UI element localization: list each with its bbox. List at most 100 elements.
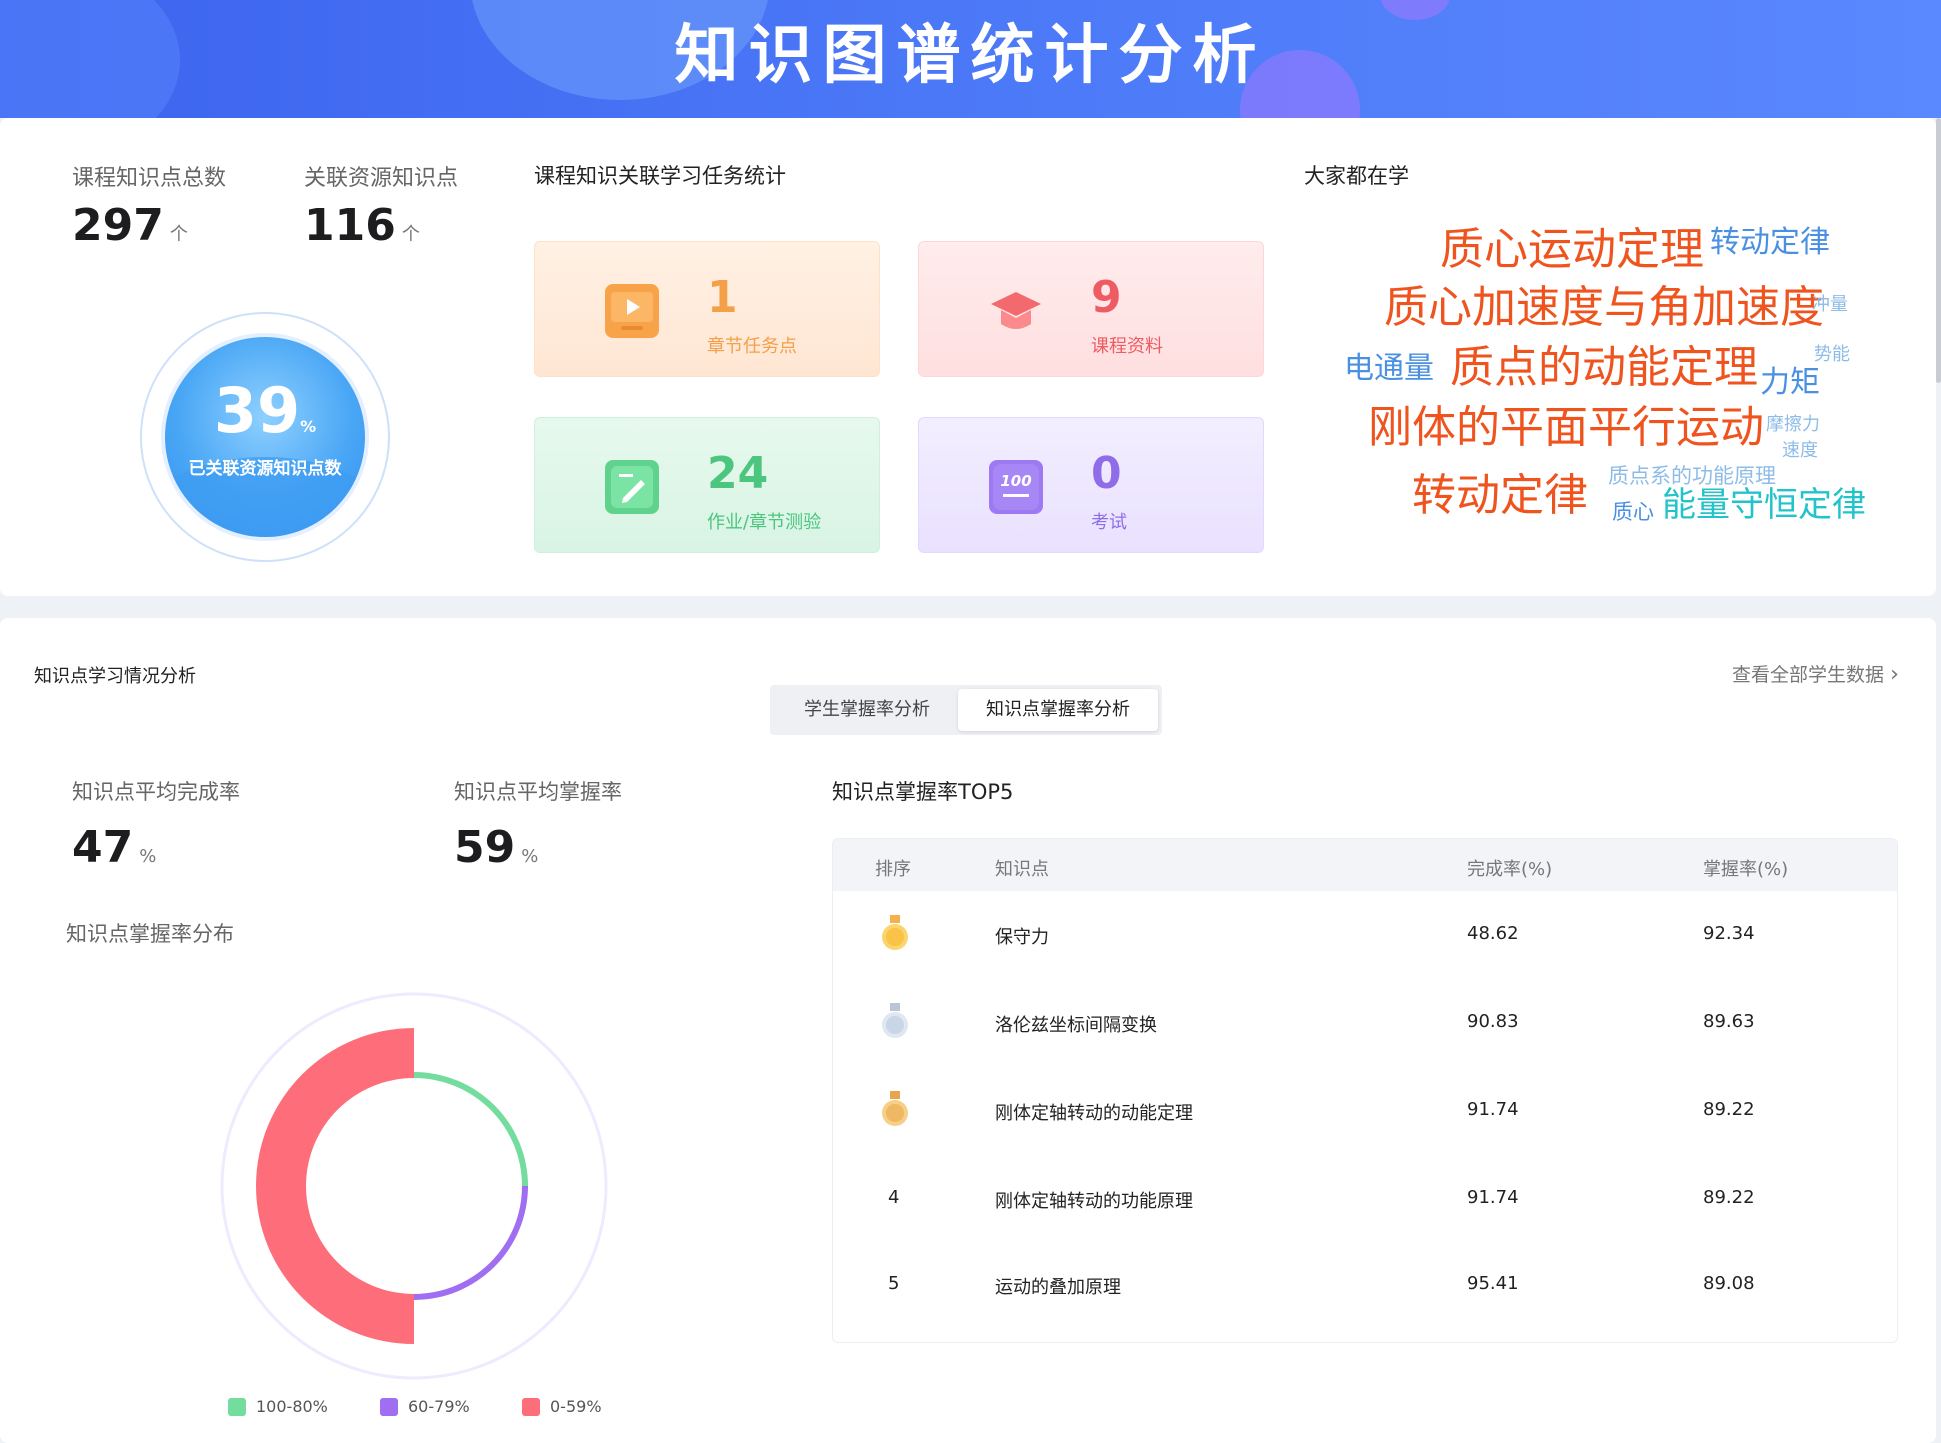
word-cloud-word[interactable]: 转动定律: [1710, 228, 1830, 258]
legend-swatch: [380, 1398, 398, 1416]
total-points-stat: 297 个: [72, 200, 188, 251]
rank-number: 5: [888, 1273, 900, 1294]
word-cloud-word[interactable]: 能量守恒定律: [1662, 488, 1866, 522]
donut-segment[interactable]: [414, 1072, 528, 1186]
completion-rate: 48.62: [1467, 923, 1519, 944]
completion-rate: 91.74: [1467, 1099, 1519, 1120]
distribution-title: 知识点掌握率分布: [66, 922, 234, 946]
linked-points-value: 116: [304, 200, 396, 251]
avg-mastery-unit: %: [521, 846, 539, 867]
tab-point-mastery[interactable]: 知识点掌握率分析: [958, 689, 1158, 731]
point-name: 洛伦兹坐标间隔变换: [995, 1015, 1157, 1036]
point-name: 刚体定轴转动的动能定理: [995, 1103, 1193, 1124]
total-points-value: 297: [72, 200, 164, 251]
mastery-rate: 89.08: [1703, 1273, 1755, 1294]
word-cloud-word[interactable]: 势能: [1814, 346, 1850, 364]
word-cloud-word[interactable]: 质点系的功能原理: [1608, 466, 1776, 487]
chevron-right-icon: ›: [1890, 662, 1899, 687]
legend-swatch: [522, 1398, 540, 1416]
graduation-cap-icon: [989, 284, 1043, 338]
completion-rate: 91.74: [1467, 1187, 1519, 1208]
legend-label: 60-79%: [408, 1397, 470, 1416]
table-row[interactable]: 4 刚体定轴转动的功能原理 91.74 89.22: [833, 1155, 1897, 1241]
exam-icon: 100: [989, 460, 1043, 514]
view-all-label: 查看全部学生数据: [1732, 664, 1885, 686]
top5-title: 知识点掌握率TOP5: [832, 780, 1014, 804]
word-cloud-word[interactable]: 速度: [1782, 442, 1818, 460]
legend-label: 100-80%: [256, 1397, 328, 1416]
bronze-medal-icon: [882, 1091, 908, 1126]
task-label: 章节任务点: [707, 336, 797, 357]
task-card-homework[interactable]: 24 作业/章节测验: [534, 417, 880, 553]
linked-points-unit: 个: [401, 224, 420, 245]
chart-legend: 100-80% 60-79% 0-59%: [228, 1396, 648, 1422]
task-card-chapter[interactable]: 1 章节任务点: [534, 241, 880, 377]
point-name: 保守力: [995, 927, 1049, 948]
task-stats-title: 课程知识关联学习任务统计: [534, 164, 786, 188]
legend-label: 0-59%: [550, 1397, 602, 1416]
edit-icon: [605, 460, 659, 514]
word-cloud-word[interactable]: 冲量: [1812, 296, 1848, 314]
gauge-caption: 已关联资源知识点数: [188, 459, 342, 479]
view-all-link[interactable]: 查看全部学生数据 ›: [1732, 660, 1899, 687]
mastery-rate: 89.63: [1703, 1011, 1755, 1032]
gauge-percent: 39%: [140, 374, 390, 447]
scrollbar[interactable]: [1936, 118, 1941, 383]
linked-points-label: 关联资源知识点: [304, 166, 459, 191]
donut-segment[interactable]: [414, 1186, 528, 1300]
task-card-exam[interactable]: 100 0 考试: [918, 417, 1264, 553]
point-name: 刚体定轴转动的功能原理: [995, 1191, 1193, 1212]
word-cloud-title: 大家都在学: [1304, 164, 1409, 188]
table-row[interactable]: 刚体定轴转动的动能定理 91.74 89.22: [833, 1067, 1897, 1153]
rank-number: 4: [888, 1187, 900, 1208]
avg-mastery-stat: 59%: [454, 822, 538, 873]
page-title: 知识图谱统计分析: [674, 19, 1267, 93]
task-label: 作业/章节测验: [707, 512, 822, 533]
word-cloud-word[interactable]: 质心运动定理: [1440, 228, 1704, 272]
table-row[interactable]: 洛伦兹坐标间隔变换 90.83 89.63: [833, 979, 1897, 1065]
linked-points-stat: 116 个: [304, 200, 420, 251]
completion-rate: 95.41: [1467, 1273, 1519, 1294]
task-value: 1: [707, 272, 738, 323]
analysis-tabs: 学生掌握率分析 知识点掌握率分析: [770, 685, 1162, 735]
word-cloud-word[interactable]: 质心: [1612, 502, 1654, 523]
header-banner: 知识图谱统计分析: [0, 0, 1941, 118]
mastery-rate: 89.22: [1703, 1099, 1755, 1120]
mastery-rate: 89.22: [1703, 1187, 1755, 1208]
column-header: 完成率(%): [1467, 859, 1553, 880]
linked-ratio-gauge: 39% 已关联资源知识点数: [140, 312, 390, 562]
table-row[interactable]: 5 运动的叠加原理 95.41 89.08: [833, 1241, 1897, 1327]
column-header: 排序: [875, 859, 911, 880]
point-name: 运动的叠加原理: [995, 1277, 1121, 1298]
word-cloud-word[interactable]: 电通量: [1344, 354, 1434, 384]
table-row[interactable]: 保守力 48.62 92.34: [833, 891, 1897, 977]
svg-text:100: 100: [1000, 472, 1031, 490]
word-cloud-word[interactable]: 转动定律: [1412, 474, 1588, 518]
donut-segment[interactable]: [256, 1028, 414, 1344]
word-cloud: 质心运动定理 转动定律 质心加速度与角加速度 冲量 势能 电通量 质点的动能定理…: [1320, 218, 1880, 578]
word-cloud-word[interactable]: 质心加速度与角加速度: [1384, 286, 1824, 330]
top5-table: 排序 知识点 完成率(%) 掌握率(%) 保守力 48.62 92.34 洛伦兹…: [832, 838, 1898, 1343]
task-card-resources[interactable]: 9 课程资料: [918, 241, 1264, 377]
silver-medal-icon: [882, 1003, 908, 1038]
column-header: 掌握率(%): [1703, 859, 1789, 880]
mastery-distribution-chart: [220, 992, 608, 1380]
gauge-percent-value: 39: [213, 374, 301, 447]
word-cloud-word[interactable]: 力矩: [1760, 368, 1820, 398]
word-cloud-word[interactable]: 质点的动能定理: [1450, 346, 1758, 390]
avg-mastery-value: 59: [454, 822, 516, 873]
task-value: 0: [1091, 448, 1122, 499]
word-cloud-word[interactable]: 摩擦力: [1766, 416, 1820, 434]
avg-completion-label: 知识点平均完成率: [72, 780, 240, 804]
word-cloud-word[interactable]: 刚体的平面平行运动: [1368, 406, 1764, 450]
avg-completion-stat: 47%: [72, 822, 156, 873]
task-label: 考试: [1091, 512, 1127, 533]
table-header: 排序 知识点 完成率(%) 掌握率(%): [833, 839, 1897, 891]
tab-student-mastery[interactable]: 学生掌握率分析: [774, 689, 960, 731]
analysis-title: 知识点学习情况分析: [34, 666, 196, 687]
avg-completion-unit: %: [139, 846, 157, 867]
gauge-percent-unit: %: [300, 417, 317, 436]
task-label: 课程资料: [1091, 336, 1163, 357]
task-value: 9: [1091, 272, 1122, 323]
completion-rate: 90.83: [1467, 1011, 1519, 1032]
